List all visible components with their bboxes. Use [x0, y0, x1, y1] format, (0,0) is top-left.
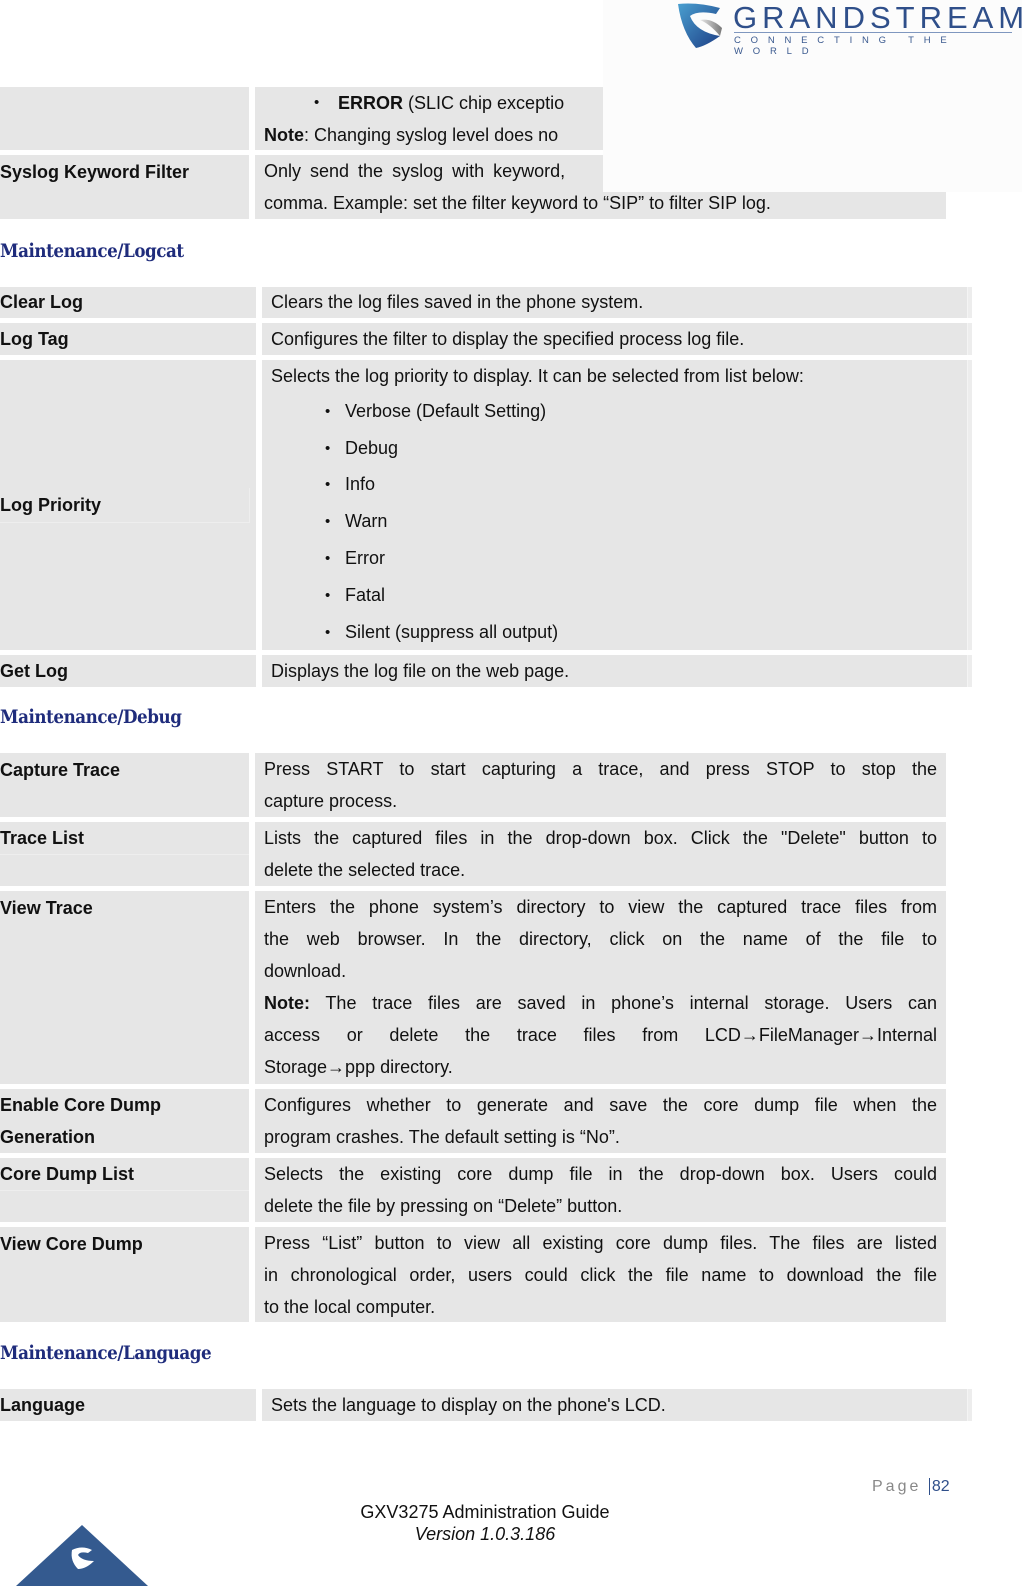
list-item: ERROR (SLIC chip exceptio: [314, 87, 565, 119]
param-label: Core Dump List: [0, 1158, 249, 1222]
text: ERROR: [338, 93, 404, 113]
text: Displays the log file on the web page.: [271, 661, 570, 681]
text: Syslog Keyword Filter: [0, 162, 190, 182]
priority-option: Verbose (Default Setting): [325, 393, 546, 430]
section-title-language: Maintenance/Language: [0, 1342, 212, 1364]
brand-name: GRANDSTREAM: [733, 0, 1022, 35]
param-description: Press START to start capturing a trace, …: [255, 753, 946, 817]
priority-option: Silent (suppress all output): [325, 614, 558, 651]
text: download.: [264, 961, 347, 981]
note-text: Note: The trace files are saved in phone…: [264, 987, 937, 1019]
text: Log Priority: [0, 488, 250, 523]
param-description: Selects the log priority to display. It …: [262, 360, 972, 651]
text: Press “List” button to view all existing…: [264, 1233, 937, 1253]
param-label: View Trace: [0, 891, 249, 1084]
param-label: Get Log: [0, 655, 256, 687]
text: Enters the phone system’s directory to v…: [264, 897, 937, 917]
text: Clear Log: [0, 292, 84, 312]
table-row-get-log: Get Log Displays the log file on the web…: [0, 655, 972, 687]
text: Configures the filter to display the spe…: [271, 329, 745, 349]
text: 82: [928, 1478, 950, 1495]
param-description: Configures the filter to display the spe…: [262, 323, 972, 355]
param-description: Press “List” button to view all existing…: [255, 1227, 946, 1322]
table-row-core-dump-list: Core Dump List Selects the existing core…: [0, 1158, 946, 1222]
text: Selects the existing core dump file in t…: [264, 1164, 937, 1184]
text: Log Tag: [0, 329, 69, 349]
text: : Changing syslog level does no: [304, 125, 559, 145]
text: Selects the log priority to display. It …: [271, 366, 804, 386]
text: delete the selected trace.: [264, 860, 466, 880]
param-label-empty: [0, 87, 249, 150]
text: Capture Trace: [0, 760, 121, 780]
param-label: Syslog Keyword Filter: [0, 155, 249, 219]
note-text: Note: Changing syslog level does no: [264, 119, 558, 151]
text: Page: [872, 1478, 922, 1495]
text: delete the file by pressing on “Delete” …: [264, 1196, 623, 1216]
text: Note:: [264, 993, 310, 1013]
table-row-enable-core-dump: Enable Core Dump Generation Configures w…: [0, 1089, 946, 1153]
text: Sets the language to display on the phon…: [271, 1395, 666, 1415]
section-title-debug: Maintenance/Debug: [0, 706, 182, 728]
text: capture process.: [264, 791, 398, 811]
text: Only send the syslog with keyword,: [264, 161, 566, 181]
priority-option: Debug: [325, 430, 398, 467]
text: Storage→ppp directory.: [264, 1057, 453, 1077]
param-description: Configures whether to generate and save …: [255, 1089, 946, 1153]
param-label: Capture Trace: [0, 753, 249, 817]
text: Enable Core Dump: [0, 1095, 162, 1115]
text: Language: [0, 1395, 86, 1415]
text: Press START to start capturing a trace, …: [264, 759, 937, 779]
param-description: Sets the language to display on the phon…: [262, 1389, 972, 1421]
text: Get Log: [0, 661, 68, 681]
text: program crashes. The default setting is …: [264, 1127, 620, 1147]
text: Lists the captured files in the drop-dow…: [264, 828, 937, 848]
text: in chronological order, users could clic…: [264, 1265, 937, 1285]
param-label: Log Tag: [0, 323, 256, 355]
text: to the local computer.: [264, 1297, 436, 1317]
grandstream-logo-icon: [678, 3, 722, 48]
text: The trace files are saved in phone’s int…: [310, 993, 937, 1013]
text: View Core Dump: [0, 1234, 143, 1254]
text: Core Dump List: [0, 1158, 249, 1191]
param-description: Displays the log file on the web page.: [262, 655, 972, 687]
table-row-clear-log: Clear Log Clears the log files saved in …: [0, 287, 972, 318]
priority-option: Warn: [325, 503, 388, 540]
param-label: Language: [0, 1389, 256, 1421]
table-row-capture-trace: Capture Trace Press START to start captu…: [0, 753, 946, 817]
text: access or delete the trace files from LC…: [264, 1025, 937, 1045]
priority-option: Error: [325, 540, 385, 577]
param-description: Clears the log files saved in the phone …: [262, 287, 972, 318]
page-number: Page 82: [872, 1478, 950, 1496]
brand-divider: [734, 32, 1012, 33]
param-label: Enable Core Dump Generation: [0, 1089, 249, 1153]
footer-logo-icon: [16, 1525, 148, 1586]
section-title-logcat: Maintenance/Logcat: [0, 240, 184, 262]
param-label: Trace List: [0, 822, 249, 886]
text: Configures whether to generate and save …: [264, 1095, 937, 1115]
param-label: Clear Log: [0, 287, 256, 318]
param-description: Enters the phone system’s directory to v…: [255, 891, 946, 1084]
text: the web browser. In the directory, click…: [264, 929, 937, 949]
table-row-log-priority: Log Priority Selects the log priority to…: [0, 360, 972, 651]
param-label: Log Priority: [0, 360, 256, 650]
text: Trace List: [0, 822, 249, 855]
priority-option: Info: [325, 466, 375, 503]
footer-guide-title: GXV3275 Administration Guide: [360, 1502, 610, 1522]
table-row-view-core-dump: View Core Dump Press “List” button to vi…: [0, 1227, 946, 1322]
table-row-view-trace: View Trace Enters the phone system’s dir…: [0, 891, 946, 1084]
param-description: Lists the captured files in the drop-dow…: [255, 822, 946, 886]
text: Note: [264, 125, 304, 145]
table-row-trace-list: Trace List Lists the captured files in t…: [0, 822, 946, 886]
brand-tagline: CONNECTING THE WORLD: [734, 35, 957, 57]
table-row-log-tag: Log Tag Configures the filter to display…: [0, 323, 972, 355]
table-row-language: Language Sets the language to display on…: [0, 1389, 972, 1421]
text: View Trace: [0, 898, 93, 918]
param-label: View Core Dump: [0, 1227, 249, 1322]
text: Generation: [0, 1127, 96, 1147]
text: (SLIC chip exceptio: [403, 93, 565, 113]
priority-option: Fatal: [325, 577, 385, 614]
text: Clears the log files saved in the phone …: [271, 292, 644, 312]
param-description: Selects the existing core dump file in t…: [255, 1158, 946, 1222]
